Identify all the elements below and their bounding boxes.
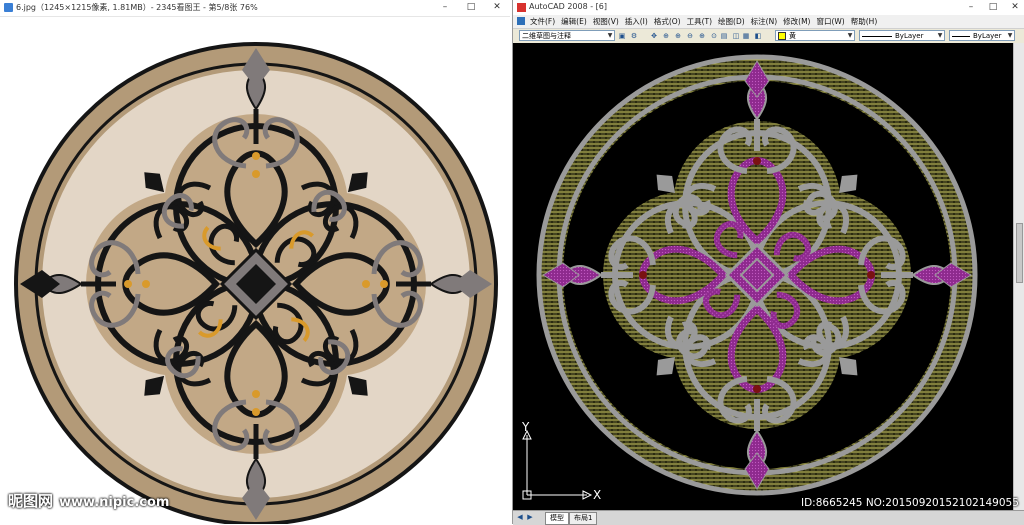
document-icon <box>517 17 525 25</box>
menu-item-1[interactable]: 编辑(E) <box>558 15 590 28</box>
design-center-icon[interactable]: ◧ <box>753 31 763 41</box>
cad-maximize-button[interactable]: □ <box>983 0 1003 15</box>
linetype-combo[interactable]: ByLayer ▼ <box>859 30 945 41</box>
zoom-extents-icon[interactable]: ⊙ <box>709 31 719 41</box>
cad-menubar: 文件(F) 编辑(E) 视图(V) 插入(I) 格式(O) 工具(T) 绘图(D) 标注(N)… <box>513 15 1024 28</box>
properties-icon[interactable]: ▤ <box>719 31 729 41</box>
linetype-combo-value: ByLayer <box>895 32 924 40</box>
menu-item-2[interactable]: 视图(V) <box>590 15 622 28</box>
image-viewer-app-icon <box>4 3 13 12</box>
zoom-in-icon[interactable]: ⊕ <box>697 31 707 41</box>
chevron-down-icon: ▼ <box>937 32 943 39</box>
cad-drawing-area[interactable]: Y X <box>513 43 1013 510</box>
menu-item-6[interactable]: 绘图(D) <box>715 15 748 28</box>
ucs-y-label: Y <box>522 420 530 434</box>
image-canvas[interactable] <box>4 40 508 524</box>
scrollbar-thumb[interactable] <box>1016 223 1023 283</box>
menu-item-9[interactable]: 窗口(W) <box>813 15 847 28</box>
tab-first-icon[interactable]: ◀ <box>515 512 525 522</box>
viewer-title: 6.jpg（1245×1215像素, 1.81MB）- 2345看图王 - 第5… <box>16 3 258 12</box>
minimize-button[interactable]: – <box>434 0 456 16</box>
autocad-window: AutoCAD 2008 - [6] – □ ✕ 文件(F) 编辑(E) 视图(V)… <box>512 0 1024 525</box>
match-properties-icon[interactable]: ▦ <box>741 31 751 41</box>
linetype-sample-icon <box>862 35 892 37</box>
layer-icon[interactable]: ◫ <box>731 31 741 41</box>
tab-layout1[interactable]: 布局1 <box>569 512 598 525</box>
cad-toolbar: 二维草图与注释 ▼ ▣ ⚙ ✥ ⊕ ⊕ ⊖ ⊕ ⊙ ▤ ◫ ▦ ◧ 黄 ▼ ByLa… <box>513 28 1024 44</box>
cad-minimize-button[interactable]: – <box>961 0 981 15</box>
workspace-combo[interactable]: 二维草图与注释 ▼ <box>519 30 615 41</box>
tab-model[interactable]: 模型 <box>545 512 569 525</box>
menu-item-0[interactable]: 文件(F) <box>527 15 558 28</box>
cad-close-button[interactable]: ✕ <box>1005 0 1024 15</box>
image-viewer-window: 6.jpg（1245×1215像素, 1.81MB）- 2345看图王 - 第5… <box>0 0 510 524</box>
menu-item-3[interactable]: 插入(I) <box>622 15 651 28</box>
toolbar-settings-icon[interactable]: ⚙ <box>629 31 639 41</box>
tab-prev-icon[interactable]: ▶ <box>525 512 535 522</box>
color-combo[interactable]: 黄 ▼ <box>775 30 855 41</box>
layout-tabs: ◀ ▶ 模型 布局1 <box>513 510 1024 525</box>
menu-item-4[interactable]: 格式(O) <box>651 15 684 28</box>
cad-titlebar[interactable]: AutoCAD 2008 - [6] – □ ✕ <box>513 0 1024 15</box>
nipic-watermark: 昵图网 www.nipic.com <box>8 490 169 511</box>
zoom-window-icon[interactable]: ⊕ <box>673 31 683 41</box>
color-combo-value: 黄 <box>789 32 796 40</box>
watermark-logo-text: 昵图网 <box>8 492 54 510</box>
chevron-down-icon: ▼ <box>1007 32 1013 39</box>
menu-item-8[interactable]: 修改(M) <box>780 15 813 28</box>
cad-medallion-drawing <box>522 54 978 500</box>
viewer-titlebar[interactable]: 6.jpg（1245×1215像素, 1.81MB）- 2345看图王 - 第5… <box>0 0 510 17</box>
pan-icon[interactable]: ✥ <box>649 31 659 41</box>
chevron-down-icon: ▼ <box>847 32 853 39</box>
zoom-realtime-icon[interactable]: ⊕ <box>661 31 671 41</box>
watermark-url: www.nipic.com <box>59 495 170 510</box>
image-id-watermark: ID:8665245 NO:20150920152102149055 <box>801 497 1019 509</box>
zoom-previous-icon[interactable]: ⊖ <box>685 31 695 41</box>
maximize-button[interactable]: □ <box>460 0 482 16</box>
chevron-down-icon: ▼ <box>607 32 613 39</box>
cad-title: AutoCAD 2008 - [6] <box>529 2 607 11</box>
lineweight-combo[interactable]: ByLayer ▼ <box>949 30 1015 41</box>
ucs-x-label: X <box>593 488 602 502</box>
color-swatch-icon <box>778 32 786 40</box>
marble-medallion-image <box>14 42 498 524</box>
lineweight-combo-value: ByLayer <box>973 32 1002 40</box>
close-button[interactable]: ✕ <box>486 0 508 16</box>
menu-item-5[interactable]: 工具(T) <box>684 15 715 28</box>
menu-item-7[interactable]: 标注(N) <box>748 15 780 28</box>
autocad-app-icon <box>517 3 526 12</box>
workspace-settings-icon[interactable]: ▣ <box>617 31 627 41</box>
ucs-icon <box>522 429 593 500</box>
workspace-combo-value: 二维草图与注释 <box>522 32 571 40</box>
vertical-scrollbar[interactable] <box>1013 43 1024 510</box>
lineweight-sample-icon <box>952 35 970 37</box>
menu-item-10[interactable]: 帮助(H) <box>848 15 881 28</box>
